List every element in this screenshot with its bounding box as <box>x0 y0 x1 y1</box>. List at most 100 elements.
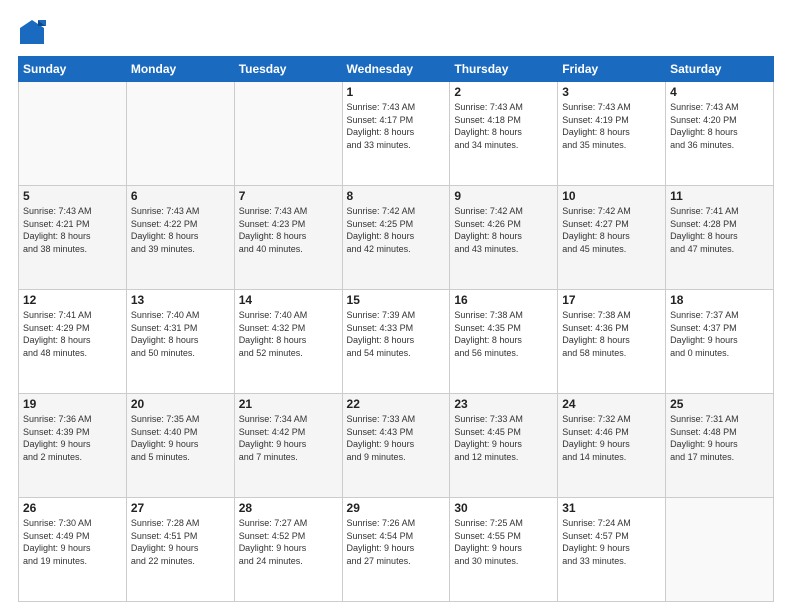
calendar-cell: 11 Sunrise: 7:41 AM Sunset: 4:28 PM Dayli… <box>666 186 774 290</box>
day-info: Sunrise: 7:38 AM Sunset: 4:35 PM Dayligh… <box>454 309 553 359</box>
day-number: 7 <box>239 189 338 203</box>
day-info: Sunrise: 7:43 AM Sunset: 4:17 PM Dayligh… <box>347 101 446 151</box>
day-number: 12 <box>23 293 122 307</box>
day-number: 13 <box>131 293 230 307</box>
page: SundayMondayTuesdayWednesdayThursdayFrid… <box>0 0 792 612</box>
day-number: 1 <box>347 85 446 99</box>
day-info: Sunrise: 7:30 AM Sunset: 4:49 PM Dayligh… <box>23 517 122 567</box>
calendar-cell: 14 Sunrise: 7:40 AM Sunset: 4:32 PM Dayli… <box>234 290 342 394</box>
calendar-cell: 2 Sunrise: 7:43 AM Sunset: 4:18 PM Daylig… <box>450 82 558 186</box>
day-info: Sunrise: 7:41 AM Sunset: 4:29 PM Dayligh… <box>23 309 122 359</box>
day-number: 9 <box>454 189 553 203</box>
day-info: Sunrise: 7:28 AM Sunset: 4:51 PM Dayligh… <box>131 517 230 567</box>
calendar-cell: 10 Sunrise: 7:42 AM Sunset: 4:27 PM Dayli… <box>558 186 666 290</box>
calendar-cell: 22Sunrise: 7:33 AM Sunset: 4:43 PM Dayli… <box>342 394 450 498</box>
day-number: 3 <box>562 85 661 99</box>
day-info: Sunrise: 7:40 AM Sunset: 4:32 PM Dayligh… <box>239 309 338 359</box>
calendar-cell: 24Sunrise: 7:32 AM Sunset: 4:46 PM Dayli… <box>558 394 666 498</box>
day-info: Sunrise: 7:42 AM Sunset: 4:26 PM Dayligh… <box>454 205 553 255</box>
day-number: 29 <box>347 501 446 515</box>
day-info: Sunrise: 7:34 AM Sunset: 4:42 PM Dayligh… <box>239 413 338 463</box>
calendar-cell: 9 Sunrise: 7:42 AM Sunset: 4:26 PM Daylig… <box>450 186 558 290</box>
calendar-week-row: 5 Sunrise: 7:43 AM Sunset: 4:21 PM Daylig… <box>19 186 774 290</box>
day-number: 20 <box>131 397 230 411</box>
calendar-cell: 21 Sunrise: 7:34 AM Sunset: 4:42 PM Dayli… <box>234 394 342 498</box>
day-info: Sunrise: 7:26 AM Sunset: 4:54 PM Dayligh… <box>347 517 446 567</box>
day-info: Sunrise: 7:32 AM Sunset: 4:46 PM Dayligh… <box>562 413 661 463</box>
calendar-cell: 17 Sunrise: 7:38 AM Sunset: 4:36 PM Dayli… <box>558 290 666 394</box>
weekday-header-friday: Friday <box>558 57 666 82</box>
day-info: Sunrise: 7:43 AM Sunset: 4:18 PM Dayligh… <box>454 101 553 151</box>
day-number: 5 <box>23 189 122 203</box>
weekday-header-row: SundayMondayTuesdayWednesdayThursdayFrid… <box>19 57 774 82</box>
calendar-week-row: 1 Sunrise: 7:43 AM Sunset: 4:17 PM Daylig… <box>19 82 774 186</box>
day-info: Sunrise: 7:31 AM Sunset: 4:48 PM Dayligh… <box>670 413 769 463</box>
weekday-header-tuesday: Tuesday <box>234 57 342 82</box>
day-number: 22 <box>347 397 446 411</box>
day-info: Sunrise: 7:24 AM Sunset: 4:57 PM Dayligh… <box>562 517 661 567</box>
day-info: Sunrise: 7:25 AM Sunset: 4:55 PM Dayligh… <box>454 517 553 567</box>
day-info: Sunrise: 7:42 AM Sunset: 4:25 PM Dayligh… <box>347 205 446 255</box>
day-info: Sunrise: 7:43 AM Sunset: 4:20 PM Dayligh… <box>670 101 769 151</box>
calendar-cell <box>234 82 342 186</box>
day-info: Sunrise: 7:40 AM Sunset: 4:31 PM Dayligh… <box>131 309 230 359</box>
weekday-header-monday: Monday <box>126 57 234 82</box>
day-info: Sunrise: 7:27 AM Sunset: 4:52 PM Dayligh… <box>239 517 338 567</box>
day-number: 15 <box>347 293 446 307</box>
day-number: 14 <box>239 293 338 307</box>
calendar-cell: 27 Sunrise: 7:28 AM Sunset: 4:51 PM Dayli… <box>126 498 234 602</box>
day-number: 11 <box>670 189 769 203</box>
calendar-cell: 23Sunrise: 7:33 AM Sunset: 4:45 PM Dayli… <box>450 394 558 498</box>
day-info: Sunrise: 7:42 AM Sunset: 4:27 PM Dayligh… <box>562 205 661 255</box>
calendar-cell: 20 Sunrise: 7:35 AM Sunset: 4:40 PM Dayli… <box>126 394 234 498</box>
day-info: Sunrise: 7:35 AM Sunset: 4:40 PM Dayligh… <box>131 413 230 463</box>
day-number: 8 <box>347 189 446 203</box>
day-info: Sunrise: 7:36 AM Sunset: 4:39 PM Dayligh… <box>23 413 122 463</box>
day-number: 10 <box>562 189 661 203</box>
day-number: 31 <box>562 501 661 515</box>
calendar-cell: 12 Sunrise: 7:41 AM Sunset: 4:29 PM Dayli… <box>19 290 127 394</box>
day-number: 19 <box>23 397 122 411</box>
day-number: 6 <box>131 189 230 203</box>
day-number: 4 <box>670 85 769 99</box>
calendar-week-row: 19 Sunrise: 7:36 AM Sunset: 4:39 PM Dayli… <box>19 394 774 498</box>
calendar-cell: 13 Sunrise: 7:40 AM Sunset: 4:31 PM Dayli… <box>126 290 234 394</box>
day-number: 21 <box>239 397 338 411</box>
day-info: Sunrise: 7:39 AM Sunset: 4:33 PM Dayligh… <box>347 309 446 359</box>
weekday-header-wednesday: Wednesday <box>342 57 450 82</box>
day-number: 26 <box>23 501 122 515</box>
logo-icon <box>18 18 46 46</box>
weekday-header-sunday: Sunday <box>19 57 127 82</box>
day-info: Sunrise: 7:43 AM Sunset: 4:19 PM Dayligh… <box>562 101 661 151</box>
calendar-cell: 3 Sunrise: 7:43 AM Sunset: 4:19 PM Daylig… <box>558 82 666 186</box>
day-number: 30 <box>454 501 553 515</box>
day-info: Sunrise: 7:33 AM Sunset: 4:45 PM Dayligh… <box>454 413 553 463</box>
weekday-header-thursday: Thursday <box>450 57 558 82</box>
day-number: 28 <box>239 501 338 515</box>
day-number: 17 <box>562 293 661 307</box>
calendar-cell: 7 Sunrise: 7:43 AM Sunset: 4:23 PM Daylig… <box>234 186 342 290</box>
day-info: Sunrise: 7:38 AM Sunset: 4:36 PM Dayligh… <box>562 309 661 359</box>
day-number: 18 <box>670 293 769 307</box>
day-info: Sunrise: 7:43 AM Sunset: 4:21 PM Dayligh… <box>23 205 122 255</box>
calendar-cell: 15 Sunrise: 7:39 AM Sunset: 4:33 PM Dayli… <box>342 290 450 394</box>
calendar-cell: 8 Sunrise: 7:42 AM Sunset: 4:25 PM Daylig… <box>342 186 450 290</box>
calendar-cell: 6Sunrise: 7:43 AM Sunset: 4:22 PM Daylig… <box>126 186 234 290</box>
day-info: Sunrise: 7:43 AM Sunset: 4:23 PM Dayligh… <box>239 205 338 255</box>
calendar-cell: 25Sunrise: 7:31 AM Sunset: 4:48 PM Dayli… <box>666 394 774 498</box>
logo <box>18 18 50 46</box>
calendar-table: SundayMondayTuesdayWednesdayThursdayFrid… <box>18 56 774 602</box>
calendar-cell: 31 Sunrise: 7:24 AM Sunset: 4:57 PM Dayli… <box>558 498 666 602</box>
weekday-header-saturday: Saturday <box>666 57 774 82</box>
day-number: 2 <box>454 85 553 99</box>
calendar-week-row: 12 Sunrise: 7:41 AM Sunset: 4:29 PM Dayli… <box>19 290 774 394</box>
calendar-week-row: 26 Sunrise: 7:30 AM Sunset: 4:49 PM Dayli… <box>19 498 774 602</box>
calendar-cell: 29 Sunrise: 7:26 AM Sunset: 4:54 PM Dayli… <box>342 498 450 602</box>
day-info: Sunrise: 7:37 AM Sunset: 4:37 PM Dayligh… <box>670 309 769 359</box>
calendar-cell: 18 Sunrise: 7:37 AM Sunset: 4:37 PM Dayli… <box>666 290 774 394</box>
day-info: Sunrise: 7:41 AM Sunset: 4:28 PM Dayligh… <box>670 205 769 255</box>
calendar-cell: 30 Sunrise: 7:25 AM Sunset: 4:55 PM Dayli… <box>450 498 558 602</box>
calendar-cell: 28 Sunrise: 7:27 AM Sunset: 4:52 PM Dayli… <box>234 498 342 602</box>
calendar-cell: 4 Sunrise: 7:43 AM Sunset: 4:20 PM Daylig… <box>666 82 774 186</box>
day-number: 27 <box>131 501 230 515</box>
